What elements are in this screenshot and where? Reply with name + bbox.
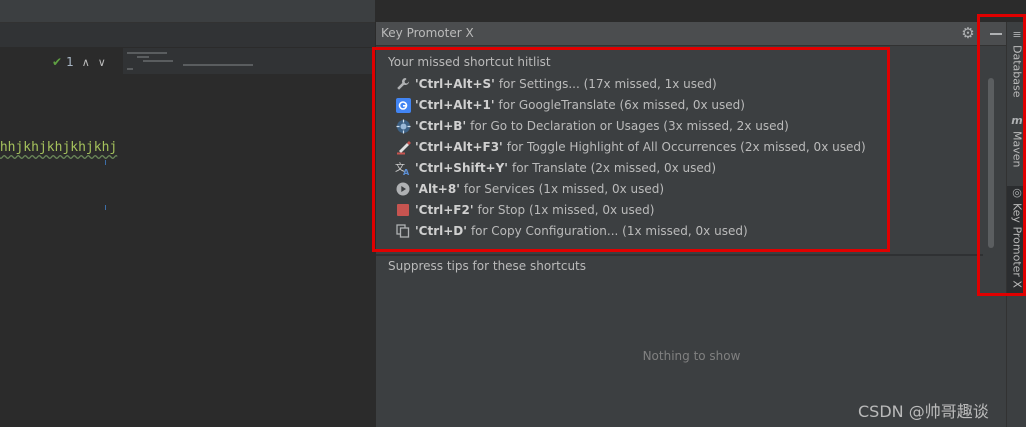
shortcut-label: 'Ctrl+D' [415,224,467,238]
database-icon: ≡ [1012,28,1022,41]
shortcut-description: for Go to Declaration or Usages (3x miss… [470,119,789,133]
shortcut-label: 'Ctrl+Alt+1' [415,98,495,112]
google-translate-icon [395,97,411,113]
hide-icon[interactable] [987,24,1005,42]
gear-icon[interactable]: ⚙ [959,24,977,42]
editor-area: ✔ 1 ∧ ∨ khhjkhjkhjkhjkhj [0,0,375,427]
watermark: CSDN @帅哥趣谈 [858,402,989,421]
previous-highlight-icon[interactable]: ∧ [82,56,90,69]
declaration-icon [395,118,411,134]
maven-icon: m [1011,114,1023,127]
wrench-icon [395,76,411,92]
shortcut-description: for GoogleTranslate (6x missed, 0x used) [498,98,745,112]
inspection-widget[interactable]: ✔ 1 ∧ ∨ [52,54,106,70]
translate-icon: 文A [395,160,411,176]
hitlist-item[interactable]: 'Ctrl+F2' for Stop (1x missed, 0x used) [395,200,955,220]
problems-count: 1 [66,55,74,69]
hitlist-heading: Your missed shortcut hitlist [388,55,551,69]
panel-title: Key Promoter X [381,26,474,40]
gutter-marker [105,160,106,165]
tool-tab-database[interactable]: ≡ Database [1007,28,1026,104]
svg-text:A: A [403,168,410,176]
tool-tab-maven[interactable]: m Maven [1007,114,1026,176]
hitlist-item[interactable]: 'Ctrl+Alt+F3' for Toggle Highlight of Al… [395,137,955,157]
scrollbar-thumb[interactable] [988,78,994,248]
highlight-pen-icon [395,139,411,155]
shortcut-description: for Copy Configuration... (1x missed, 0x… [470,224,748,238]
code-line[interactable]: khhjkhjkhjkhjkhj [0,140,117,155]
right-tool-strip: ≡ Database m Maven ◎ Key Promoter X [1006,22,1026,427]
panel-splitter[interactable] [376,254,983,256]
hitlist-item[interactable]: 'Ctrl+D' for Copy Configuration... (1x m… [395,221,955,241]
shortcut-description: for Settings... (17x missed, 1x used) [498,77,717,91]
shortcut-label: 'Alt+8' [415,182,460,196]
shortcut-label: 'Ctrl+Alt+S' [415,77,495,91]
hitlist-item[interactable]: 'Ctrl+Alt+1' for GoogleTranslate (6x mis… [395,95,955,115]
tool-tab-key-promoter[interactable]: ◎ Key Promoter X [1007,186,1026,296]
next-highlight-icon[interactable]: ∨ [98,56,106,69]
hitlist-item[interactable]: 文A 'Ctrl+Shift+Y' for Translate (2x miss… [395,158,955,178]
hitlist-item[interactable]: 'Ctrl+B' for Go to Declaration or Usages… [395,116,955,136]
shortcut-description: for Stop (1x missed, 0x used) [477,203,655,217]
shortcut-label: 'Ctrl+Shift+Y' [415,161,508,175]
copy-icon [395,223,411,239]
shortcut-label: 'Ctrl+F2' [415,203,474,217]
check-icon: ✔ [52,55,63,69]
code-preview [123,48,375,74]
hitlist-item[interactable]: 'Ctrl+Alt+S' for Settings... (17x missed… [395,74,955,94]
stop-icon [395,202,411,218]
key-promoter-icon: ◎ [1012,186,1022,199]
shortcut-label: 'Ctrl+Alt+F3' [415,140,503,154]
panel-header: Key Promoter X ⚙ [376,22,1007,46]
tool-tab-label: Maven [1010,131,1024,168]
shortcut-description: for Translate (2x missed, 0x used) [511,161,717,175]
shortcut-label: 'Ctrl+B' [415,119,467,133]
key-promoter-panel: Key Promoter X ⚙ Your missed shortcut hi… [375,22,1007,427]
shortcut-description: for Services (1x missed, 0x used) [463,182,665,196]
editor-topbar [0,0,375,23]
suppress-heading: Suppress tips for these shortcuts [388,259,587,273]
shortcut-description: for Toggle Highlight of All Occurrences … [506,140,866,154]
hitlist: Your missed shortcut hitlist 'Ctrl+Alt+S… [376,46,983,254]
scrollbar-track[interactable] [983,46,1007,427]
services-icon [395,181,411,197]
gutter-marker [105,205,106,210]
hitlist-item[interactable]: 'Alt+8' for Services (1x missed, 0x used… [395,179,955,199]
editor-tab-strip [0,23,375,48]
tool-tab-label: Database [1010,45,1024,98]
empty-state-text: Nothing to show [642,349,741,363]
tool-tab-label: Key Promoter X [1010,203,1024,288]
